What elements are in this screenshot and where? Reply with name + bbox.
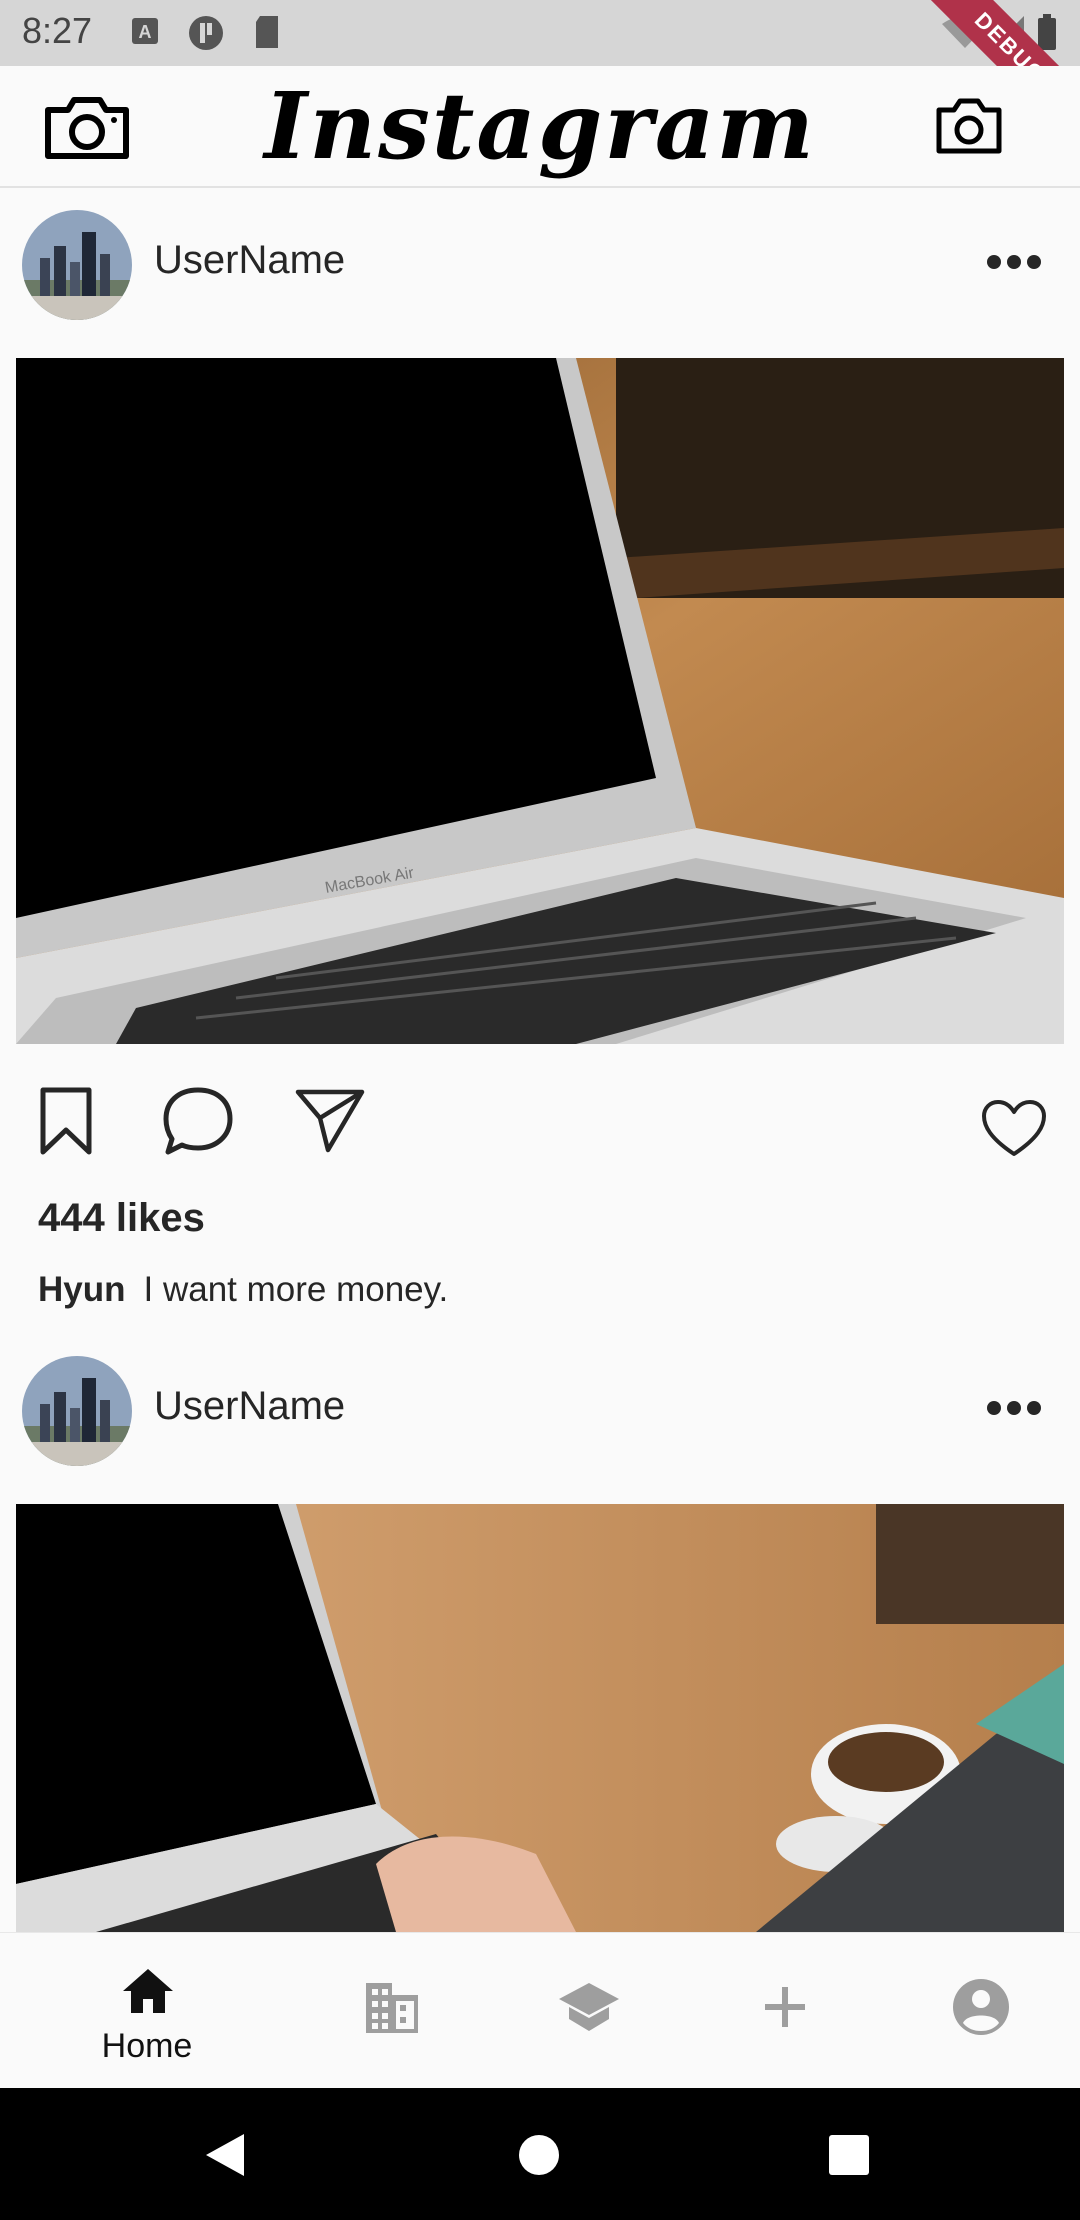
nav-buildings[interactable] xyxy=(322,1933,462,2089)
svg-text:A: A xyxy=(139,22,152,42)
sd-card-icon xyxy=(256,16,278,48)
post-caption: Hyun I want more money. xyxy=(38,1270,448,1310)
app-bar: Instagram xyxy=(0,66,1080,188)
camera-icon[interactable] xyxy=(42,92,132,162)
nav-school[interactable] xyxy=(519,1933,659,2089)
nav-home[interactable]: Home xyxy=(77,1933,217,2089)
likes-count[interactable]: 444 likes xyxy=(38,1196,205,1241)
caption-text: I want more money. xyxy=(143,1270,449,1309)
more-options-icon[interactable] xyxy=(984,252,1044,272)
post-username[interactable]: UserName xyxy=(154,238,345,283)
nav-profile[interactable] xyxy=(911,1933,1051,2089)
recents-icon[interactable] xyxy=(828,2134,870,2176)
system-navigation-bar xyxy=(0,2088,1080,2220)
post-header: UserName xyxy=(0,196,1080,336)
comment-icon[interactable] xyxy=(162,1086,234,1156)
circle-notification-icon xyxy=(189,16,223,50)
avatar[interactable] xyxy=(22,210,132,320)
status-time: 8:27 xyxy=(22,10,93,51)
camera-outline-icon[interactable] xyxy=(934,96,1004,156)
bottom-navigation: Home xyxy=(0,1932,1080,2089)
post-photo[interactable] xyxy=(16,1504,1064,1932)
account-circle-icon xyxy=(953,1979,1009,2035)
back-icon[interactable] xyxy=(204,2132,246,2178)
home-circle-icon[interactable] xyxy=(518,2134,560,2176)
home-icon xyxy=(123,1969,173,2013)
more-options-icon[interactable] xyxy=(984,1398,1044,1418)
school-icon xyxy=(559,1983,619,2031)
share-icon[interactable] xyxy=(294,1086,366,1156)
status-bar: 8:27 A DEBUG xyxy=(0,0,1080,163)
post-username[interactable]: UserName xyxy=(154,1384,345,1429)
post-actions xyxy=(0,1086,1080,1166)
app-title: Instagram xyxy=(264,72,816,180)
nav-add[interactable] xyxy=(715,1933,855,2089)
caption-author[interactable]: Hyun xyxy=(38,1270,126,1309)
post-header: UserName xyxy=(0,1342,1080,1482)
post-photo[interactable]: MacBook Air xyxy=(16,358,1064,1044)
add-icon xyxy=(765,1987,805,2027)
heart-icon[interactable] xyxy=(980,1098,1048,1158)
a-notification-icon: A xyxy=(132,18,158,44)
nav-home-label: Home xyxy=(101,2027,193,2065)
bookmark-icon[interactable] xyxy=(38,1086,94,1156)
avatar[interactable] xyxy=(22,1356,132,1466)
building-icon xyxy=(366,1983,418,2033)
